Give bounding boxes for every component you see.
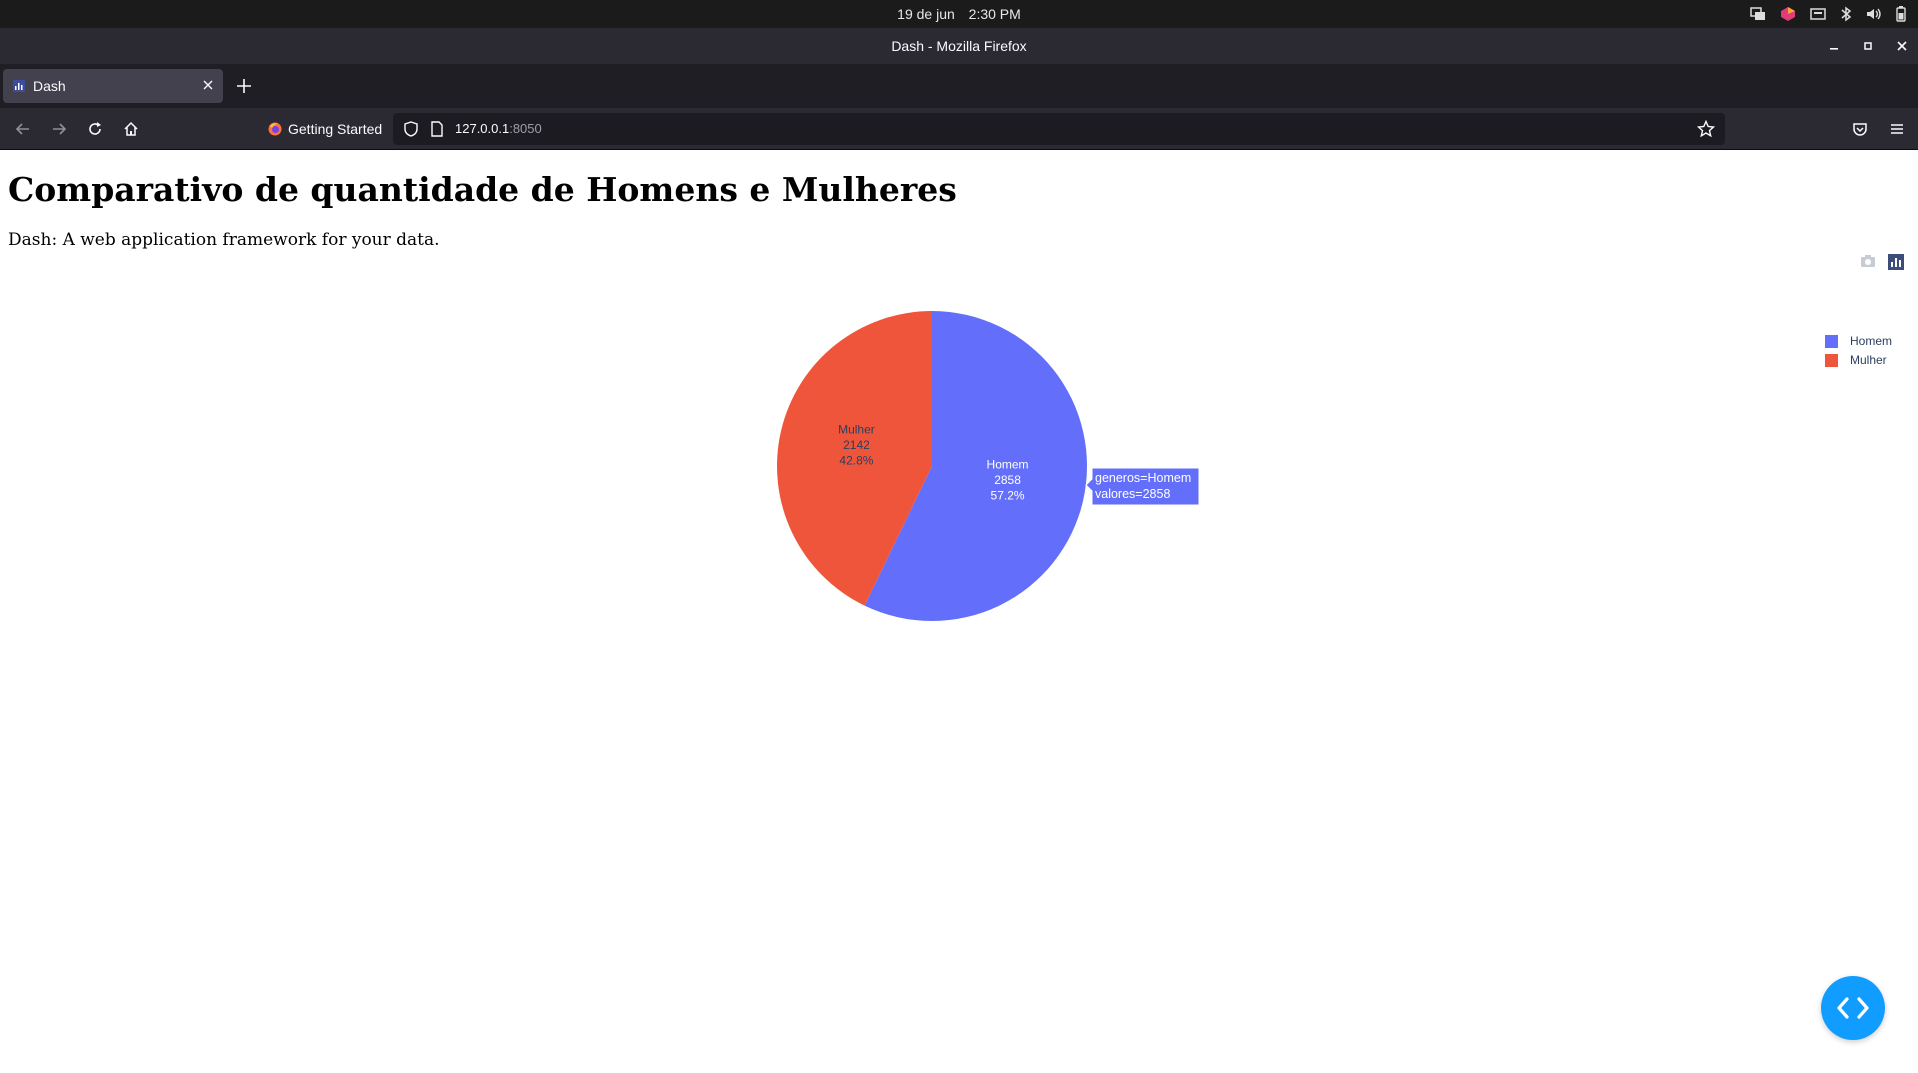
window-title: Dash - Mozilla Firefox [891,38,1027,54]
slice-label-mulher-value: 2142 [843,438,870,452]
slice-label-homem-value: 2858 [994,473,1021,487]
app-indicator-icon[interactable] [1780,6,1796,22]
app-menu-button[interactable] [1887,119,1907,139]
system-date: 19 de jun [897,6,955,22]
code-brackets-icon [1837,997,1869,1019]
forward-arrow-icon [53,123,67,135]
reload-icon [89,122,101,135]
back-arrow-icon [15,123,29,135]
legend-item-mulher[interactable]: Mulher [1825,353,1887,367]
system-tray [1750,4,1906,24]
pocket-icon [1853,123,1867,136]
window-title-bar: Dash - Mozilla Firefox [0,28,1918,64]
hover-tooltip-line-2: valores=2858 [1095,487,1170,501]
tab-label: Dash [33,78,66,94]
page-content: Comparativo de quantidade de Homens e Mu… [0,150,1918,1073]
keyboard-icon[interactable] [1810,7,1826,21]
close-icon [1897,41,1907,51]
hamburger-menu-icon [1891,124,1903,134]
pie-chart-container: Homem 2858 57.2% Mulher 2142 42.8% generos=Hom… [0,248,1918,768]
system-top-bar: 19 de jun 2:30 PM [0,0,1918,28]
maximize-icon [1864,42,1872,50]
maximize-button[interactable] [1858,36,1878,56]
tab-dash[interactable]: Dash [3,69,223,103]
minimize-button[interactable] [1824,36,1844,56]
bookmark-label: Getting Started [288,121,383,137]
page-description: Dash: A web application framework for yo… [8,230,440,250]
bookmark-getting-started[interactable]: Getting Started [268,108,382,150]
new-tab-button[interactable] [234,76,254,96]
reload-button[interactable] [85,119,105,139]
url-text: 127.0.0.1:8050 [455,113,542,145]
legend-item-homem[interactable]: Homem [1825,334,1892,348]
system-time: 2:30 PM [968,6,1021,22]
legend-swatch-homem [1825,334,1838,348]
navigation-toolbar: Getting Started 127.0.0.1:8050 [0,108,1918,150]
close-window-button[interactable] [1892,36,1912,56]
url-port: :8050 [509,121,542,136]
page-heading: Comparativo de quantidade de Homens e Mu… [8,170,957,209]
slice-label-mulher-name: Mulher [838,423,875,437]
legend-swatch-mulher [1825,353,1838,367]
page-info-icon[interactable] [430,121,444,137]
bookmark-star-icon[interactable] [1697,120,1715,138]
url-host: 127.0.0.1 [455,121,510,136]
minimize-icon [1830,48,1838,50]
firefox-icon [268,122,282,136]
tab-strip: Dash [0,64,1918,108]
home-button[interactable] [121,119,141,139]
system-clock[interactable]: 19 de jun 2:30 PM [0,0,1918,28]
slice-label-homem-percent: 57.2% [991,488,1025,502]
dash-dev-tools-button[interactable] [1821,976,1885,1040]
address-bar[interactable]: 127.0.0.1:8050 [393,113,1725,145]
bluetooth-icon[interactable] [1840,6,1852,22]
forward-button[interactable] [49,119,69,139]
hover-tooltip-line-1: generos=Homem [1095,471,1191,485]
battery-icon[interactable] [1896,6,1906,22]
pie-chart: Homem 285857.2% Mulher2142 42.8% generos=Hom… [776,311,1200,621]
volume-icon[interactable] [1866,7,1882,21]
slice-label-homem-name: Homem [987,457,1029,471]
legend-label-homem: Homem [1850,334,1893,348]
tracking-protection-icon[interactable] [403,121,419,137]
home-icon [124,121,138,136]
back-button[interactable] [13,119,33,139]
dash-favicon-icon [13,80,25,92]
legend-label-mulher: Mulher [1850,353,1887,367]
close-tab-icon[interactable] [201,78,215,92]
slice-label-mulher-percent: 42.8% [839,454,873,468]
pocket-button[interactable] [1850,119,1870,139]
screen-share-icon[interactable] [1750,7,1766,21]
hover-tooltip: generos=Homem valores=2858 [1085,467,1200,506]
